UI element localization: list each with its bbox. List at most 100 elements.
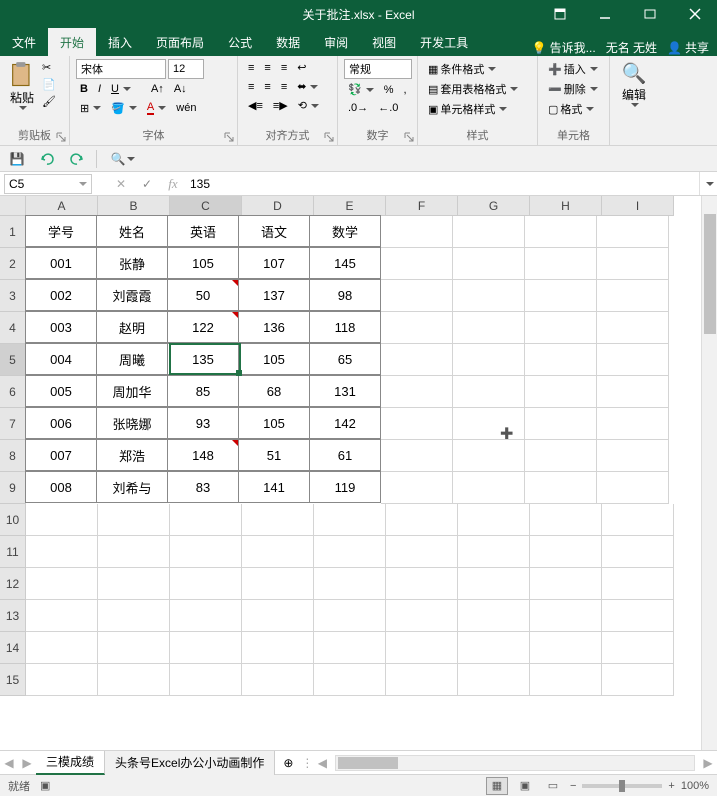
- insert-cells-button[interactable]: ➕插入: [544, 59, 603, 79]
- cell[interactable]: [597, 440, 669, 472]
- cell[interactable]: 85: [167, 375, 239, 407]
- cell[interactable]: 145: [309, 247, 381, 279]
- cell[interactable]: [314, 536, 386, 568]
- macro-record-icon[interactable]: ▣: [40, 779, 50, 792]
- cell[interactable]: 65: [309, 343, 381, 375]
- cell[interactable]: [170, 568, 242, 600]
- cell[interactable]: [597, 472, 669, 504]
- conditional-format-button[interactable]: ▦条件格式: [424, 59, 531, 79]
- cell[interactable]: [458, 504, 530, 536]
- cell[interactable]: 张静: [96, 247, 168, 279]
- cell[interactable]: 61: [309, 439, 381, 471]
- row-header[interactable]: 12: [0, 568, 26, 600]
- cell[interactable]: 51: [238, 439, 310, 471]
- cell[interactable]: [98, 536, 170, 568]
- cell[interactable]: 赵明: [96, 311, 168, 343]
- cell[interactable]: [314, 664, 386, 696]
- minimize-button[interactable]: [582, 0, 627, 28]
- tab-formulas[interactable]: 公式: [216, 28, 264, 56]
- cell[interactable]: 学号: [25, 215, 97, 247]
- cell[interactable]: [98, 504, 170, 536]
- cell[interactable]: [525, 408, 597, 440]
- cell[interactable]: [314, 632, 386, 664]
- cell[interactable]: [458, 632, 530, 664]
- column-header[interactable]: G: [458, 196, 530, 216]
- cell[interactable]: [525, 216, 597, 248]
- column-header[interactable]: E: [314, 196, 386, 216]
- cell[interactable]: 刘希与: [96, 471, 168, 503]
- font-size-select[interactable]: [168, 59, 204, 79]
- font-color-button[interactable]: A: [143, 99, 170, 117]
- cell[interactable]: 张晓娜: [96, 407, 168, 439]
- cell[interactable]: 004: [25, 343, 97, 375]
- cell[interactable]: [386, 632, 458, 664]
- cell[interactable]: [525, 280, 597, 312]
- hscroll-right[interactable]: ▶: [699, 751, 717, 774]
- bold-button[interactable]: B: [76, 81, 92, 97]
- row-header[interactable]: 1: [0, 216, 26, 248]
- cell[interactable]: 131: [309, 375, 381, 407]
- column-header[interactable]: H: [530, 196, 602, 216]
- font-name-select[interactable]: [76, 59, 166, 79]
- cell[interactable]: 105: [238, 407, 310, 439]
- cell[interactable]: [26, 504, 98, 536]
- cell-styles-button[interactable]: ▣单元格样式: [424, 99, 531, 119]
- cell[interactable]: [453, 440, 525, 472]
- paste-button[interactable]: 粘贴: [6, 59, 38, 112]
- redo-button[interactable]: [66, 148, 88, 170]
- cell[interactable]: [242, 536, 314, 568]
- cell[interactable]: [597, 376, 669, 408]
- cell[interactable]: [381, 344, 453, 376]
- cell[interactable]: 005: [25, 375, 97, 407]
- number-format-select[interactable]: [344, 59, 412, 79]
- tab-layout[interactable]: 页面布局: [144, 28, 216, 56]
- cell[interactable]: [453, 280, 525, 312]
- align-top-button[interactable]: ≡: [244, 60, 258, 76]
- insert-function-button[interactable]: fx: [160, 173, 186, 195]
- decrease-decimal-button[interactable]: ←.0: [374, 100, 402, 116]
- cell[interactable]: [26, 664, 98, 696]
- tab-developer[interactable]: 开发工具: [408, 28, 480, 56]
- cell[interactable]: [26, 632, 98, 664]
- account-user[interactable]: 无名 无姓: [606, 39, 657, 56]
- cell[interactable]: 007: [25, 439, 97, 471]
- orientation-button[interactable]: ⟲: [294, 97, 323, 114]
- format-cells-button[interactable]: ▢格式: [544, 99, 603, 119]
- row-header[interactable]: 11: [0, 536, 26, 568]
- increase-decimal-button[interactable]: .0→: [344, 100, 372, 116]
- sheet-nav-prev[interactable]: ◀: [0, 751, 18, 774]
- cell[interactable]: [386, 600, 458, 632]
- tell-me[interactable]: 💡告诉我...: [532, 39, 596, 56]
- align-expand-icon[interactable]: [323, 131, 335, 143]
- zoom-level[interactable]: 100%: [681, 780, 709, 792]
- cell[interactable]: [381, 280, 453, 312]
- cell[interactable]: 83: [167, 471, 239, 503]
- column-header[interactable]: A: [26, 196, 98, 216]
- cell[interactable]: [458, 568, 530, 600]
- cell[interactable]: [386, 664, 458, 696]
- row-header[interactable]: 8: [0, 440, 26, 472]
- phonetic-button[interactable]: wén: [172, 100, 200, 116]
- cell[interactable]: [242, 664, 314, 696]
- worksheet-grid[interactable]: ABCDEFGHI 123456789101112131415 学号姓名英语语文…: [0, 196, 717, 750]
- cell[interactable]: [453, 376, 525, 408]
- cell[interactable]: [98, 632, 170, 664]
- share-button[interactable]: 👤共享: [667, 39, 709, 56]
- cell[interactable]: 郑浩: [96, 439, 168, 471]
- row-header[interactable]: 6: [0, 376, 26, 408]
- cell[interactable]: [381, 312, 453, 344]
- cell[interactable]: [458, 600, 530, 632]
- delete-cells-button[interactable]: ➖删除: [544, 79, 603, 99]
- cell[interactable]: [602, 664, 674, 696]
- cell[interactable]: [453, 216, 525, 248]
- cell[interactable]: 006: [25, 407, 97, 439]
- zoom-out-button[interactable]: −: [570, 780, 576, 792]
- cell[interactable]: 105: [167, 247, 239, 279]
- cell[interactable]: 141: [238, 471, 310, 503]
- cell[interactable]: [597, 216, 669, 248]
- align-middle-button[interactable]: ≡: [260, 60, 274, 76]
- cell[interactable]: [530, 600, 602, 632]
- cell[interactable]: [530, 504, 602, 536]
- row-header[interactable]: 7: [0, 408, 26, 440]
- row-header[interactable]: 3: [0, 280, 26, 312]
